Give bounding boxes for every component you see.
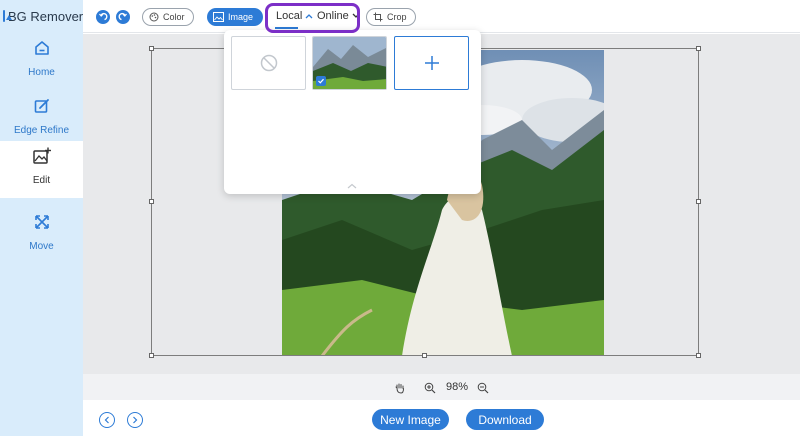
- add-image-button[interactable]: [394, 36, 469, 90]
- sidebar-item-label: Edge Refine: [13, 125, 70, 136]
- zoom-bar: 98%: [83, 374, 800, 400]
- brand-logo-icon: [3, 10, 12, 22]
- image-edit-icon: [31, 145, 53, 167]
- undo-icon[interactable]: [96, 10, 110, 24]
- brand-title: BG Remover: [8, 8, 84, 24]
- color-button[interactable]: Color: [142, 8, 194, 26]
- crop-button-label: Crop: [387, 12, 407, 22]
- toolbar: Color Image Local Online Crop: [83, 0, 800, 33]
- bottom-bar: New Image Download: [83, 400, 800, 436]
- zoom-in-icon[interactable]: [424, 382, 436, 394]
- zoom-out-icon[interactable]: [477, 382, 489, 394]
- collapse-chevron-icon[interactable]: [346, 182, 358, 190]
- chevron-left-icon: [104, 416, 109, 424]
- previous-button[interactable]: [99, 412, 115, 428]
- sidebar: BG Remover Home Edge Refine Edit Move: [0, 0, 83, 436]
- sidebar-item-edit[interactable]: Edit: [0, 141, 83, 198]
- plus-icon: [424, 55, 440, 71]
- new-image-button[interactable]: New Image: [372, 409, 449, 430]
- image-icon: [213, 12, 224, 22]
- resize-handle-right[interactable]: [696, 199, 701, 204]
- resize-handle-top-right[interactable]: [696, 46, 701, 51]
- highlight-box: [265, 3, 360, 33]
- sidebar-item-edge-refine[interactable]: Edge Refine: [0, 91, 83, 148]
- image-button-label: Image: [228, 12, 254, 22]
- edit-pen-icon: [31, 95, 53, 117]
- next-button[interactable]: [127, 412, 143, 428]
- resize-handle-bottom[interactable]: [422, 353, 427, 358]
- move-arrows-icon: [31, 211, 53, 233]
- zoom-level: 98%: [446, 381, 469, 393]
- crop-button[interactable]: Crop: [366, 8, 416, 26]
- background-thumbnail[interactable]: [312, 36, 387, 90]
- palette-icon: [149, 12, 159, 22]
- no-background-option[interactable]: [231, 36, 306, 90]
- sidebar-item-home[interactable]: Home: [0, 33, 83, 90]
- resize-handle-left[interactable]: [149, 199, 154, 204]
- download-button[interactable]: Download: [466, 409, 544, 430]
- chevron-right-icon: [133, 416, 138, 424]
- hand-icon[interactable]: [394, 382, 406, 394]
- color-button-label: Color: [163, 12, 185, 22]
- crop-icon: [373, 12, 383, 22]
- resize-handle-bottom-right[interactable]: [696, 353, 701, 358]
- sidebar-item-label: Move: [29, 241, 54, 252]
- resize-handle-bottom-left[interactable]: [149, 353, 154, 358]
- local-image-dropdown: [224, 30, 481, 194]
- resize-handle-top-left[interactable]: [149, 46, 154, 51]
- sidebar-item-label: Home: [28, 67, 55, 78]
- no-background-icon: [260, 54, 278, 72]
- image-button[interactable]: Image: [207, 8, 263, 26]
- redo-icon[interactable]: [116, 10, 130, 24]
- home-icon: [31, 37, 53, 59]
- check-icon: [316, 76, 326, 86]
- sidebar-item-move[interactable]: Move: [0, 207, 83, 264]
- sidebar-item-label: Edit: [32, 175, 51, 186]
- brand: BG Remover: [0, 5, 83, 27]
